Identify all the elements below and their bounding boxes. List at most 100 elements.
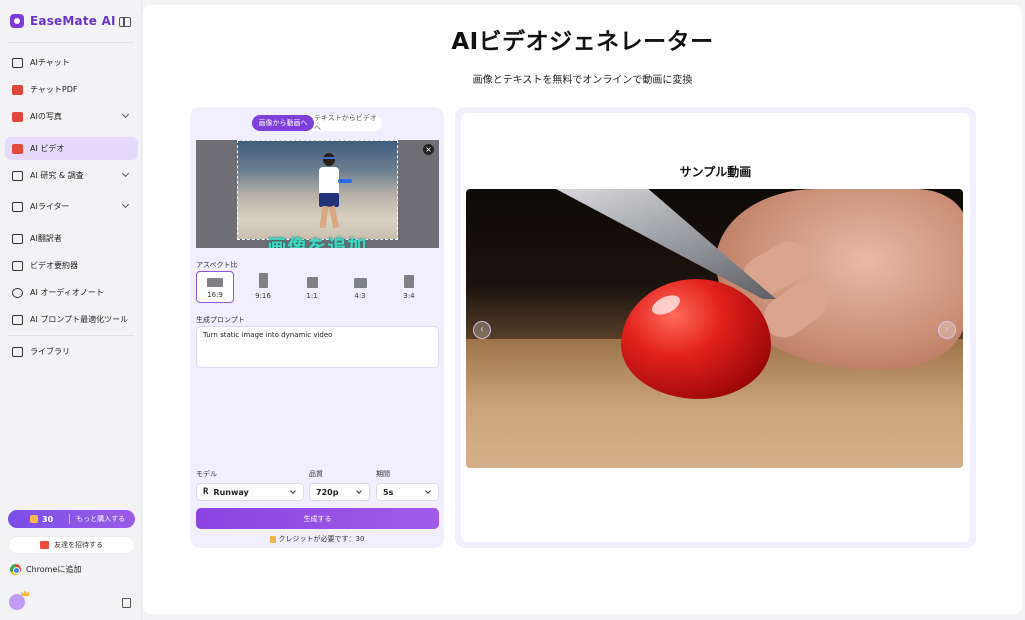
previous-arrow-icon[interactable]: ‹ <box>473 321 491 339</box>
sidebar-collapse-icon[interactable] <box>119 17 131 27</box>
sidebar-item-label: AI プロンプト最適化ツール <box>30 315 129 324</box>
avatar[interactable] <box>9 594 25 610</box>
sidebar-item-ai-audio-notes[interactable]: AI オーディオノート <box>5 281 138 304</box>
image-upload-area[interactable]: × 画像を追加 <box>196 140 439 248</box>
ratio-3-4[interactable]: 3:4 <box>390 271 428 303</box>
sidebar-item-ai-photo[interactable]: AIの写真 <box>5 105 138 128</box>
sidebar-divider <box>8 42 134 43</box>
sidebar-item-label: チャットPDF <box>30 85 78 94</box>
chrome-label: Chromeに追加 <box>26 565 82 574</box>
ratio-4-3[interactable]: 4:3 <box>341 271 379 303</box>
sidebar-item-ai-writer[interactable]: AIライター <box>5 195 138 218</box>
brand[interactable]: EaseMate AI <box>10 14 116 28</box>
image-icon <box>12 111 23 122</box>
credits-pill[interactable]: 30 もっと購入する <box>8 510 135 528</box>
sample-video-panel: サンプル動画 ‹ › <box>455 107 976 548</box>
ratio-label: 16:9 <box>207 291 223 299</box>
ratio-label: 3:4 <box>403 292 415 300</box>
sidebar-item-label: AIライター <box>30 202 70 211</box>
invite-label: 友達を招待する <box>54 541 103 549</box>
chevron-down-icon <box>425 488 431 494</box>
model-label: モデル <box>196 470 217 478</box>
ratio-1-1[interactable]: 1:1 <box>293 271 331 303</box>
chat-icon <box>12 57 23 68</box>
sidebar-item-library[interactable]: ライブラリ <box>5 340 138 363</box>
sample-video-player[interactable]: ‹ › <box>466 189 963 468</box>
chevron-down-icon <box>356 488 362 494</box>
ratio-shape-icon <box>207 278 223 287</box>
ratio-9-16[interactable]: 9:16 <box>244 271 282 303</box>
sidebar-item-label: AIの写真 <box>30 112 62 121</box>
sidebar-item-ai-research[interactable]: AI 研究 & 調査 <box>5 164 138 187</box>
main-content: AIビデオジェネレーター 画像とテキストを無料でオンラインで動画に変換 画像から… <box>143 5 1022 614</box>
tab-text-to-video[interactable]: テキストからビデオへ <box>314 114 382 132</box>
sidebar-item-label: AI 研究 & 調査 <box>30 171 84 180</box>
quality-label: 品質 <box>309 470 323 478</box>
tab-image-to-video[interactable]: 画像から動画へ <box>252 115 314 131</box>
document-icon[interactable] <box>122 598 131 608</box>
chevron-down-icon <box>121 169 130 178</box>
runway-logo-icon: R <box>203 487 209 497</box>
page-subtitle: 画像とテキストを無料でオンラインで動画に変換 <box>472 75 693 86</box>
sidebar-item-chat-pdf[interactable]: チャットPDF <box>5 78 138 101</box>
credit-requirement: クレジットが必要です：30 <box>190 534 444 544</box>
figure-head <box>323 153 335 166</box>
add-to-chrome-link[interactable]: Chromeに追加 <box>10 564 81 575</box>
chrome-icon <box>10 564 21 575</box>
aspect-ratio-label: アスペクト比 <box>196 261 238 269</box>
ratio-shape-icon <box>258 273 268 288</box>
sidebar-item-label: AI翻訳者 <box>30 234 62 243</box>
pen-icon <box>12 201 23 212</box>
next-arrow-icon[interactable]: › <box>938 321 956 339</box>
uploaded-image <box>237 140 398 240</box>
generator-panel: 画像から動画へ テキストからビデオへ × 画像を追加 アスペクト比 16:9 9… <box>190 107 444 548</box>
ratio-shape-icon <box>404 275 414 288</box>
translate-icon <box>12 233 23 244</box>
easemate-logo-icon <box>10 14 24 28</box>
sidebar-item-ai-video[interactable]: AI ビデオ <box>5 137 138 160</box>
credit-count: 30 <box>42 514 54 524</box>
sidebar-item-video-summarizer[interactable]: ビデオ要約器 <box>5 254 138 277</box>
ratio-shape-icon <box>353 278 367 288</box>
add-image-label[interactable]: 画像を追加 <box>196 232 439 248</box>
duration-select[interactable]: 5s <box>376 483 439 501</box>
figure-baton <box>338 179 352 183</box>
duration-label: 期間 <box>376 470 390 478</box>
model-select[interactable]: R Runway <box>196 483 304 501</box>
research-icon <box>12 170 23 181</box>
figure-shirt <box>319 167 339 195</box>
sidebar-item-label: AI ビデオ <box>30 144 65 153</box>
quality-value: 720p <box>316 487 339 497</box>
ratio-16-9[interactable]: 16:9 <box>196 271 234 303</box>
close-icon[interactable]: × <box>423 144 434 155</box>
strawberry-highlight <box>649 291 683 319</box>
figure-headband <box>323 157 335 159</box>
library-icon <box>12 346 23 357</box>
credit-note-text: クレジットが必要です：30 <box>278 535 365 543</box>
sample-video-card: サンプル動画 ‹ › <box>461 113 970 542</box>
figure-leg <box>328 205 340 229</box>
pdf-icon <box>12 84 23 95</box>
sidebar-item-prompt-optimizer[interactable]: AI プロンプト最適化ツール <box>5 308 138 331</box>
sidebar-item-label: AIチャット <box>30 58 70 67</box>
video-summary-icon <box>12 260 23 271</box>
invite-friends-button[interactable]: 友達を招待する <box>8 536 135 554</box>
ratio-label: 1:1 <box>306 292 318 300</box>
sidebar-item-label: ライブラリ <box>30 347 70 356</box>
model-value: Runway <box>213 487 249 497</box>
sidebar-item-ai-translator[interactable]: AI翻訳者 <box>5 227 138 250</box>
ratio-label: 4:3 <box>354 292 366 300</box>
brand-name: EaseMate AI <box>30 14 116 28</box>
sidebar: EaseMate AI AIチャット チャットPDF AIの写真 AI ビデオ … <box>0 0 142 620</box>
gift-icon <box>40 541 49 549</box>
audio-icon <box>12 287 23 298</box>
sidebar-item-ai-chat[interactable]: AIチャット <box>5 51 138 74</box>
quality-select[interactable]: 720p <box>309 483 370 501</box>
chevron-down-icon <box>121 110 130 119</box>
generate-button[interactable]: 生成する <box>196 508 439 529</box>
ratio-shape-icon <box>306 277 318 288</box>
buy-more-button[interactable]: もっと購入する <box>76 514 125 524</box>
sidebar-item-label: AI オーディオノート <box>30 288 104 297</box>
prompt-input[interactable]: Turn static image into dynamic video <box>196 326 439 368</box>
strawberry <box>621 279 771 399</box>
